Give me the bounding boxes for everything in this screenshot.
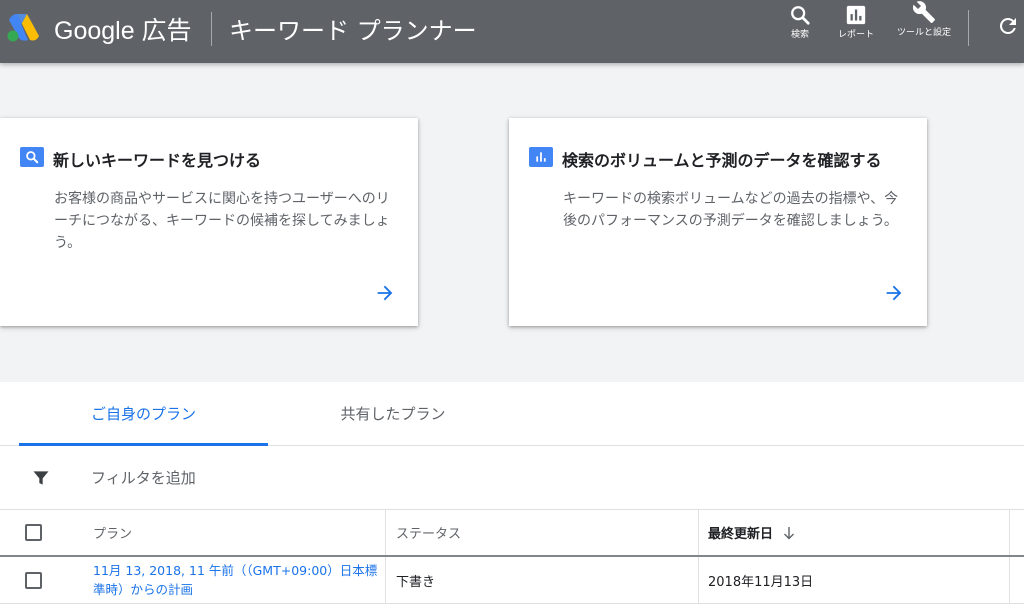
truncated-cell [1010, 557, 1024, 603]
tools-settings-button[interactable]: ツールと設定 [896, 0, 952, 52]
column-header-status[interactable]: ステータス [386, 510, 699, 555]
report-button[interactable]: レポート [834, 4, 878, 56]
tab-own-plans[interactable]: ご自身のプラン [19, 382, 268, 446]
column-header-truncated [1010, 510, 1024, 555]
discover-keywords-card[interactable]: 新しいキーワードを見つける お客様の商品やサービスに関心を持つユーザーへのリーチ… [0, 118, 418, 326]
filter-bar: フィルタを追加 [0, 446, 1024, 510]
plan-name-link[interactable]: 11月 13, 2018, 11 午前（（GMT+09:00）日本標準時）からの… [93, 561, 385, 599]
bar-chart-icon [529, 147, 553, 167]
add-filter-button[interactable]: フィルタを追加 [91, 467, 196, 488]
tools-settings-label: ツールと設定 [896, 28, 951, 38]
card-description: キーワードの検索ボリュームなどの過去の指標や、今後のパフォーマンスの予測データを… [563, 191, 899, 229]
search-icon [791, 6, 810, 25]
google-ads-logo-icon[interactable] [6, 12, 40, 42]
bar-chart-icon [846, 5, 866, 25]
report-button-label: レポート [837, 30, 874, 40]
search-icon [20, 147, 44, 167]
refresh-icon [999, 17, 1016, 34]
column-header-last-updated[interactable]: 最終更新日 [699, 510, 1010, 555]
plans-table: プラン ステータス 最終更新日 11月 13, 2018, 11 午前（（GMT… [0, 510, 1024, 604]
tab-shared-plans[interactable]: 共有したプラン [268, 382, 518, 445]
arrow-right-icon[interactable] [374, 282, 396, 304]
row-checkbox[interactable] [24, 571, 42, 589]
column-header-plan[interactable]: プラン [66, 510, 386, 555]
page-title: キーワード プランナー [229, 17, 477, 45]
plan-name-cell: 11月 13, 2018, 11 午前（（GMT+09:00）日本標準時）からの… [66, 557, 386, 603]
card-description: お客様の商品やサービスに関心を持つユーザーへのリーチにつながる、キーワードの候補… [54, 191, 390, 251]
card-title: 新しいキーワードを見つける [53, 151, 262, 170]
search-button[interactable]: 検索 [782, 4, 818, 56]
arrow-right-icon[interactable] [883, 282, 905, 304]
top-app-bar: Google 広告 キーワード プランナー 検索 レポート ツールと設定 [0, 0, 1024, 63]
row-select-cell [0, 557, 66, 603]
table-row: 11月 13, 2018, 11 午前（（GMT+09:00）日本標準時）からの… [0, 557, 1024, 604]
column-header-last-updated-label: 最終更新日 [708, 527, 774, 542]
card-title: 検索のボリュームと予測のデータを確認する [562, 151, 882, 170]
table-header-row: プラン ステータス 最終更新日 [0, 510, 1024, 557]
header-divider [211, 12, 212, 46]
brand-name: Google 広告 [54, 17, 192, 45]
plans-panel: ご自身のプラン 共有したプラン フィルタを追加 プラン ステータス 最終更新日 [0, 382, 1024, 616]
select-all-cell [0, 510, 66, 555]
arrow-down-icon [784, 526, 795, 539]
search-button-label: 検索 [790, 30, 809, 40]
plan-updated-cell: 2018年11月13日 [699, 557, 1010, 603]
plan-status-cell: 下書き [386, 557, 699, 603]
wrench-icon [912, 1, 935, 24]
header-divider [968, 10, 969, 46]
search-volume-forecast-card[interactable]: 検索のボリュームと予測のデータを確認する キーワードの検索ボリュームなどの過去の… [509, 118, 927, 326]
refresh-button[interactable] [994, 14, 1022, 66]
select-all-checkbox[interactable] [24, 524, 42, 541]
filter-icon[interactable] [31, 468, 51, 488]
plan-tabs: ご自身のプラン 共有したプラン [0, 382, 1024, 446]
